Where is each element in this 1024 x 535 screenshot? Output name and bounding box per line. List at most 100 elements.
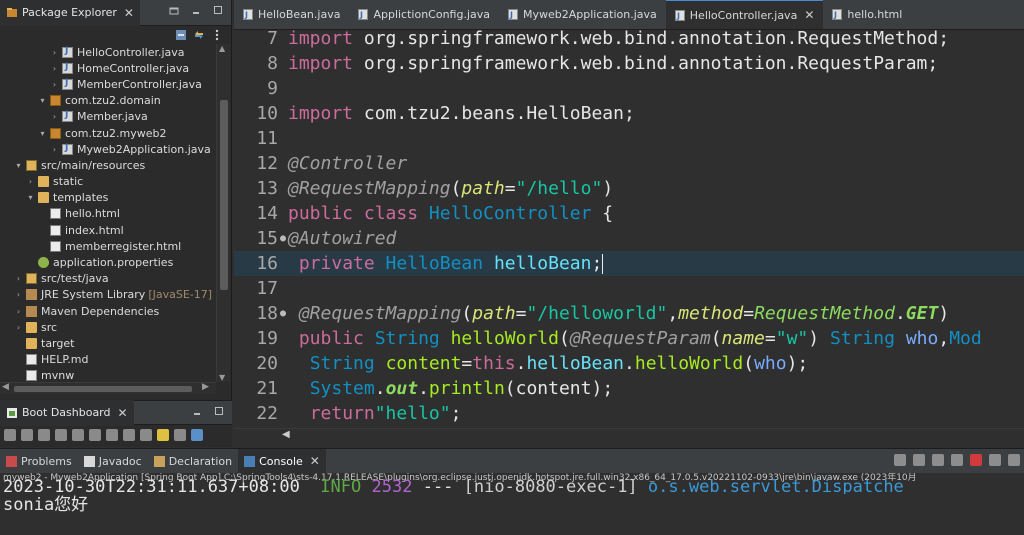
code-line[interactable]: 14 public class HelloController {	[234, 201, 1024, 226]
bottom-tab[interactable]: Declaration	[148, 449, 238, 473]
editor-tab[interactable]: Jhello.html	[823, 0, 912, 29]
chevron-down-icon[interactable]: ▾	[14, 161, 23, 170]
tree-vertical-scrollbar[interactable]: ▲ ▼	[216, 44, 230, 382]
code-line[interactable]: 15 ● @Autowired	[234, 226, 1024, 251]
scrollbar-thumb[interactable]	[220, 100, 228, 290]
maximize-icon[interactable]	[213, 5, 223, 15]
chevron-right-icon[interactable]: ›	[50, 145, 59, 154]
boot-dashboard-tab[interactable]: Boot Dashboard ✕	[0, 399, 134, 426]
tree-item[interactable]: ▾ com.tzu2.myweb2	[0, 125, 216, 141]
scroll-up-icon[interactable]: ▲	[219, 44, 225, 53]
code-line[interactable]: 8 import org.springframework.web.bind.ann…	[234, 51, 1024, 76]
collapse-all-icon[interactable]	[175, 29, 187, 41]
display-selected-console-icon[interactable]	[913, 454, 925, 466]
close-icon[interactable]: ✕	[124, 6, 134, 20]
view-menu-icon[interactable]	[169, 5, 179, 15]
properties-icon[interactable]	[140, 429, 152, 441]
scroll-lock-icon[interactable]	[1008, 454, 1020, 466]
code-line[interactable]: 9	[234, 76, 1024, 101]
tree-item[interactable]: target	[0, 335, 216, 351]
tree-item[interactable]: hello.html	[0, 206, 216, 222]
bottom-tab[interactable]: Javadoc	[78, 449, 148, 473]
code-line[interactable]: 12 @Controller	[234, 151, 1024, 176]
bottom-tab[interactable]: Problems	[0, 449, 78, 473]
editor-tab[interactable]: J Myweb2Application.java	[499, 0, 666, 29]
close-icon[interactable]: ✕	[118, 406, 128, 420]
editor-tab[interactable]: J HelloController.java ✕	[665, 0, 824, 29]
expose-icon[interactable]	[123, 429, 135, 441]
view-menu-kebab-icon[interactable]	[211, 29, 223, 41]
lightbulb-icon[interactable]	[157, 429, 169, 441]
code-line[interactable]: 22 return"hello";	[234, 401, 1024, 426]
code-line[interactable]: 7 import org.springframework.web.bind.ann…	[234, 26, 1024, 51]
tree-item[interactable]: › Member.java	[0, 109, 216, 125]
bottom-tab[interactable]: Console ✕	[238, 449, 326, 473]
tree-item[interactable]: › JRE System Library [JavaSE-17]	[0, 287, 216, 303]
chevron-down-icon[interactable]	[174, 429, 186, 441]
editor-tab[interactable]: J ApplictionConfig.java	[349, 0, 500, 29]
chevron-right-icon[interactable]: ›	[50, 48, 59, 57]
tree-item[interactable]: mvnw	[0, 368, 216, 382]
tree-item[interactable]: › MemberController.java	[0, 76, 216, 92]
chevron-down-icon[interactable]: ▾	[38, 96, 47, 105]
tree-item[interactable]: › HelloController.java	[0, 44, 216, 60]
editor-tab[interactable]: J HelloBean.java	[234, 0, 350, 29]
chevron-right-icon[interactable]: ›	[50, 80, 59, 89]
tree-horizontal-scrollbar[interactable]: ◀ ▶	[0, 382, 216, 394]
tree-item[interactable]: HELP.md	[0, 352, 216, 368]
tree-item[interactable]: › HomeController.java	[0, 60, 216, 76]
code-line[interactable]: 19 public String helloWorld(@RequestPara…	[234, 326, 1024, 351]
scroll-left-icon[interactable]: ◀	[282, 429, 290, 440]
code-line[interactable]: 13 @RequestMapping(path="/hello")	[234, 176, 1024, 201]
tree-item[interactable]: › Myweb2Application.java	[0, 141, 216, 157]
chevron-right-icon[interactable]: ›	[14, 307, 23, 316]
minimize-icon[interactable]	[192, 406, 202, 416]
tree-item[interactable]: memberregister.html	[0, 238, 216, 254]
code-line[interactable]: 10 import com.tzu2.beans.HelloBean;	[234, 101, 1024, 126]
chevron-right-icon[interactable]: ›	[14, 274, 23, 283]
tree-item[interactable]: application.properties	[0, 254, 216, 270]
tree-item[interactable]: index.html	[0, 222, 216, 238]
chevron-right-icon[interactable]: ›	[50, 112, 59, 121]
code-line[interactable]: 16 private HelloBean helloBean;	[234, 251, 1024, 276]
editor-horizontal-scrollbar[interactable]: ◀	[234, 428, 1024, 443]
tree-item[interactable]: › Maven Dependencies	[0, 303, 216, 319]
wrench-icon[interactable]	[106, 429, 118, 441]
minimize-icon[interactable]	[191, 5, 201, 15]
refresh-icon[interactable]	[89, 429, 101, 441]
remove-launches-icon[interactable]	[932, 454, 944, 466]
chevron-right-icon[interactable]: ›	[14, 323, 23, 332]
clear-console-icon[interactable]	[989, 454, 1001, 466]
chevron-right-icon[interactable]: ›	[50, 64, 59, 73]
code-line[interactable]: 11	[234, 126, 1024, 151]
debug-icon[interactable]	[21, 429, 33, 441]
tree-item[interactable]: › src	[0, 319, 216, 335]
scroll-right-icon[interactable]: ▶	[202, 382, 209, 392]
pin-console-icon[interactable]	[894, 454, 906, 466]
chevron-down-icon[interactable]: ▾	[38, 129, 47, 138]
scrollbar-thumb[interactable]	[14, 386, 192, 392]
tree-item[interactable]: ▾ com.tzu2.domain	[0, 93, 216, 109]
scroll-left-icon[interactable]: ◀	[2, 382, 9, 392]
code-line[interactable]: 21 System.out.println(content);	[234, 376, 1024, 401]
restart-icon[interactable]	[4, 429, 16, 441]
chevron-down-icon[interactable]: ▾	[26, 193, 35, 202]
tree-item[interactable]: ▾ templates	[0, 190, 216, 206]
open-console-icon[interactable]	[72, 429, 84, 441]
close-icon[interactable]: ✕	[310, 454, 320, 468]
code-line[interactable]: 17	[234, 276, 1024, 301]
package-explorer-tab[interactable]: Package Explorer ✕	[0, 0, 140, 26]
chevron-right-icon[interactable]: ›	[26, 177, 35, 186]
close-icon[interactable]: ✕	[804, 8, 814, 22]
maximize-icon[interactable]	[214, 406, 224, 416]
remove-all-terminated-icon[interactable]	[951, 454, 963, 466]
code-line[interactable]: 18 ● @RequestMapping(path="/helloworld",m…	[234, 301, 1024, 326]
chevron-right-icon[interactable]: ›	[14, 290, 23, 299]
code-area[interactable]: 7 import org.springframework.web.bind.ann…	[234, 26, 1024, 428]
tree-item[interactable]: › static	[0, 174, 216, 190]
link-with-editor-icon[interactable]	[193, 29, 205, 41]
code-line[interactable]: 20 String content=this.helloBean.helloWo…	[234, 351, 1024, 376]
tree-item[interactable]: › src/test/java	[0, 271, 216, 287]
filter-icon[interactable]	[191, 429, 203, 441]
open-browser-icon[interactable]	[55, 429, 67, 441]
